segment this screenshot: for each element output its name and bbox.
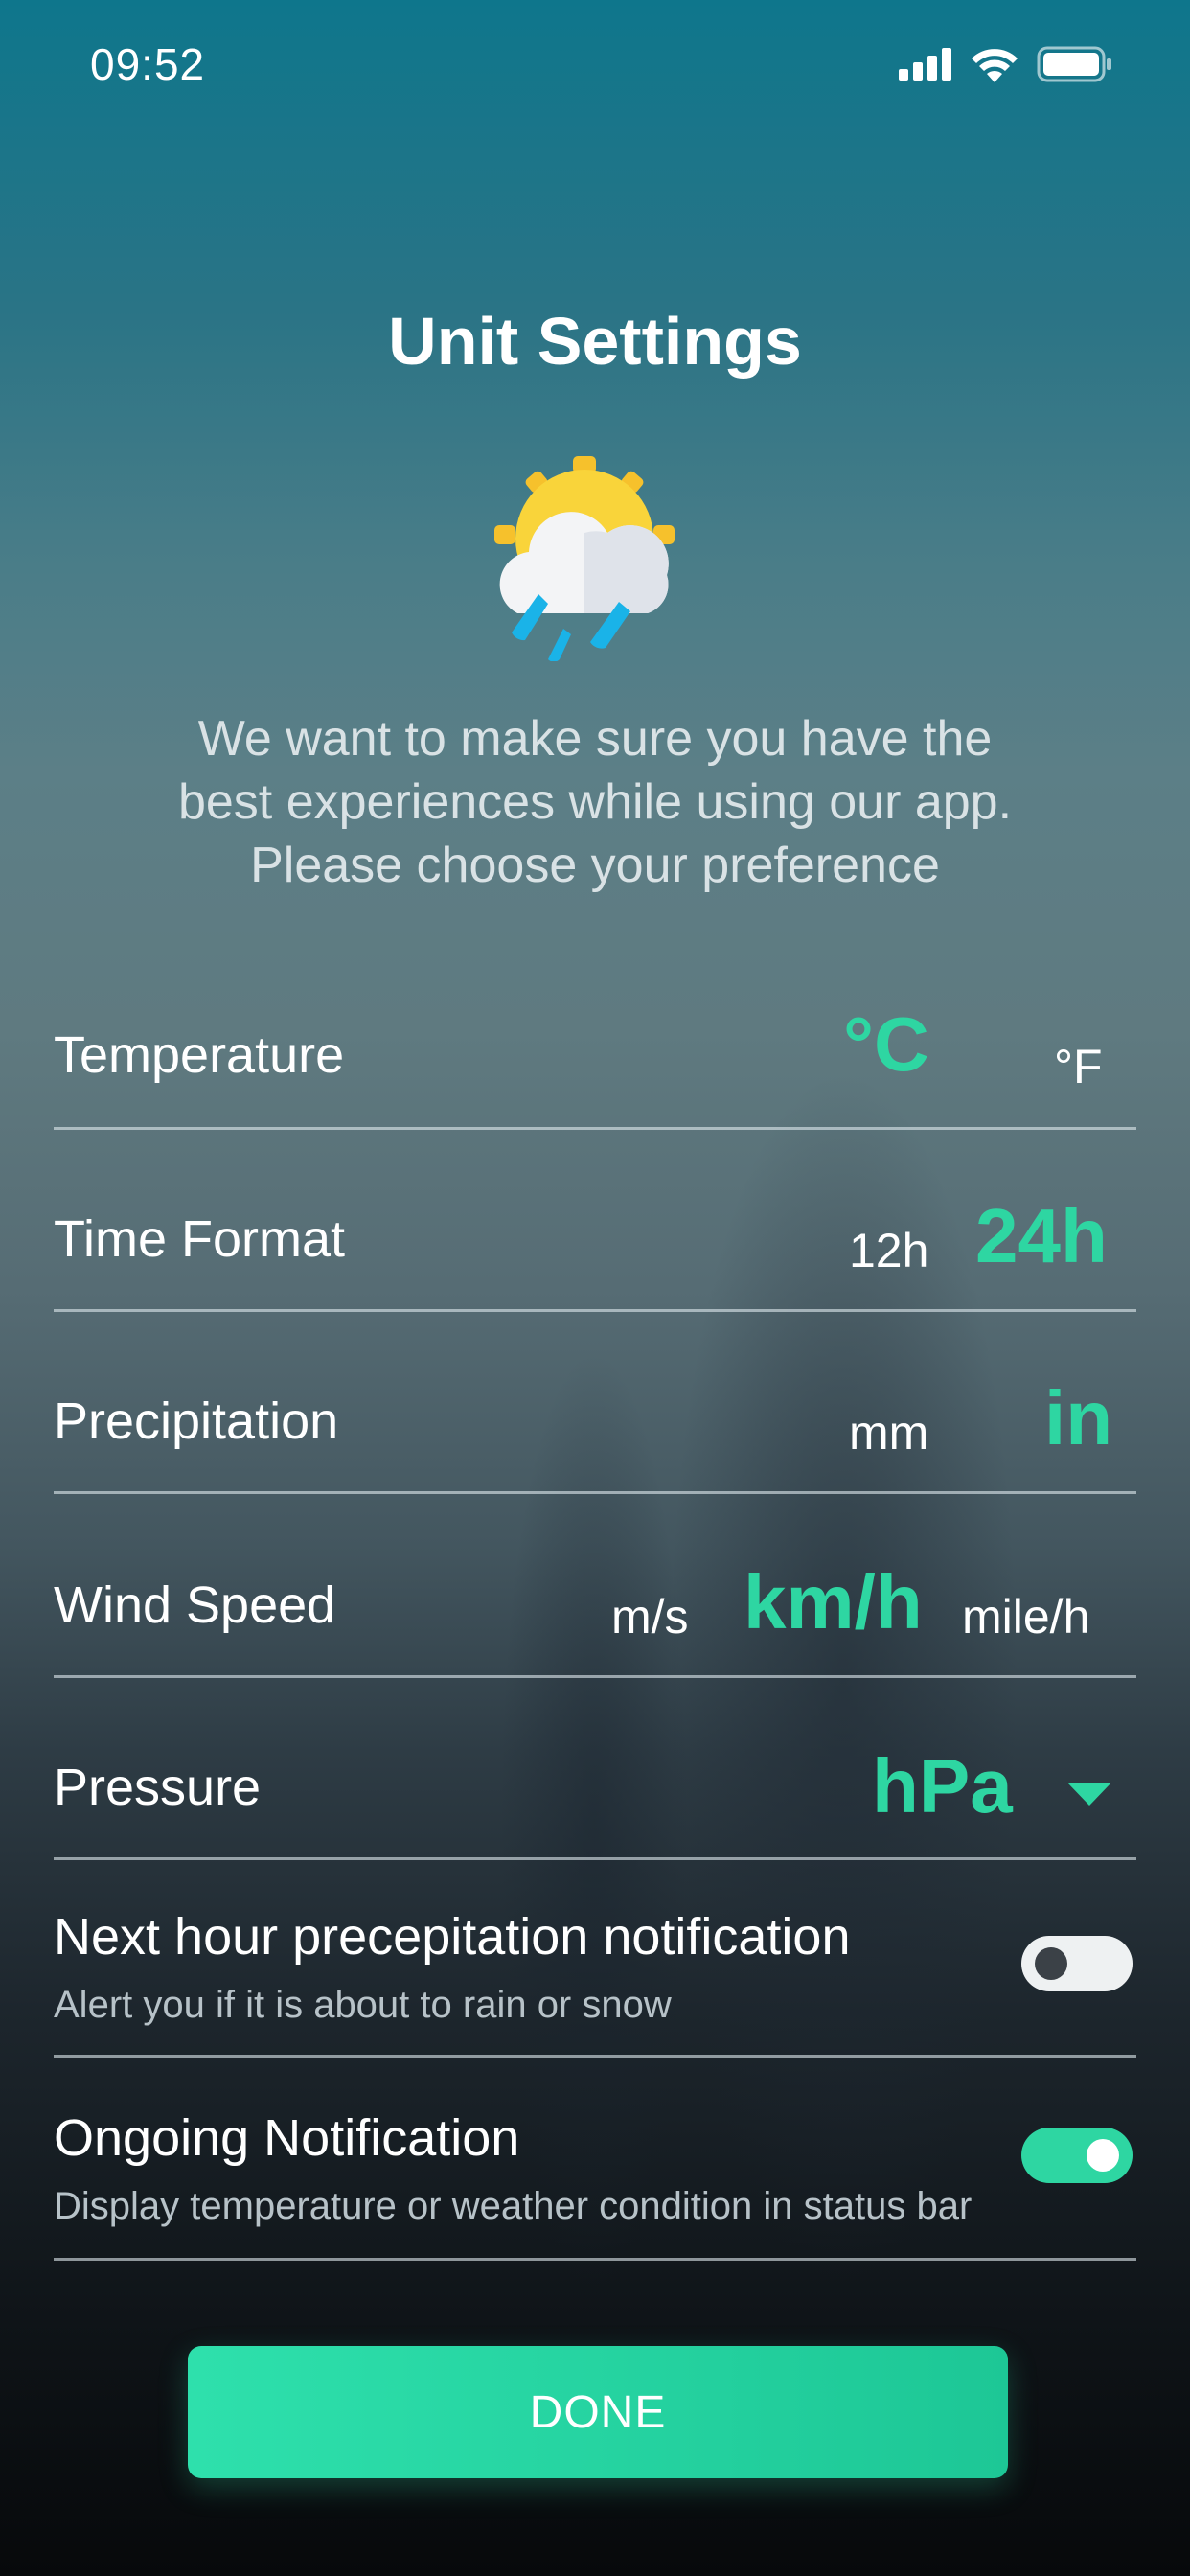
kmh-option[interactable]: km/h	[744, 1558, 923, 1646]
temperature-row: Temperature °C °F	[54, 987, 1136, 1130]
next-hour-notification-subtitle: Alert you if it is about to rain or snow	[54, 1984, 672, 2026]
mileh-option[interactable]: mile/h	[962, 1589, 1089, 1644]
toggle-knob	[1087, 2139, 1119, 2172]
pressure-label: Pressure	[54, 1759, 262, 1816]
ongoing-notification-title: Ongoing Notification	[54, 2109, 520, 2167]
temperature-label: Temperature	[54, 1026, 345, 1084]
inch-option[interactable]: in	[1044, 1374, 1112, 1462]
next-hour-notification-title: Next hour precepitation notification	[54, 1908, 851, 1966]
next-hour-notification-row: Next hour precepitation notification Ale…	[54, 1857, 1136, 2058]
ongoing-notification-subtitle: Display temperature or weather condition…	[54, 2185, 973, 2227]
intro-line: Please choose your preference	[250, 838, 940, 893]
status-time: 09:52	[90, 39, 206, 89]
precipitation-label: Precipitation	[54, 1392, 339, 1450]
ongoing-notification-row: Ongoing Notification Display temperature…	[54, 2055, 1136, 2261]
precipitation-row: Precipitation mm in	[54, 1309, 1136, 1494]
pressure-select-value[interactable]: hPa	[872, 1742, 1013, 1830]
time-format-row: Time Format 12h 24h	[54, 1127, 1136, 1312]
intro-line: best experiences while using our app.	[177, 774, 1013, 830]
sun-cloud-rain-icon	[494, 456, 675, 661]
fahrenheit-option[interactable]: °F	[1054, 1039, 1103, 1094]
12h-option[interactable]: 12h	[849, 1223, 928, 1278]
time-format-label: Time Format	[54, 1210, 346, 1268]
battery-icon	[1037, 46, 1111, 82]
intro-line: We want to make sure you have the	[197, 711, 993, 767]
next-hour-notification-toggle[interactable]	[1021, 1936, 1133, 1991]
mm-option[interactable]: mm	[849, 1405, 928, 1460]
24h-option[interactable]: 24h	[975, 1192, 1108, 1280]
celsius-option[interactable]: °C	[843, 1000, 929, 1089]
wind-speed-label: Wind Speed	[54, 1576, 336, 1634]
ongoing-notification-toggle[interactable]	[1021, 2128, 1133, 2183]
wifi-icon	[972, 49, 1018, 82]
chevron-down-icon[interactable]	[1067, 1782, 1111, 1806]
pressure-row[interactable]: Pressure hPa	[54, 1675, 1136, 1860]
done-button[interactable]: DONE	[188, 2346, 1008, 2478]
page-title: Unit Settings	[388, 304, 802, 379]
cellular-signal-icon	[899, 48, 951, 80]
toggle-knob	[1035, 1947, 1067, 1980]
intro-text: We want to make sure you have the best e…	[96, 707, 1094, 897]
status-icons	[899, 46, 1113, 82]
ms-option[interactable]: m/s	[611, 1589, 689, 1644]
status-bar: 09:52	[0, 0, 1190, 134]
wind-speed-row: Wind Speed m/s km/h mile/h	[54, 1491, 1136, 1678]
